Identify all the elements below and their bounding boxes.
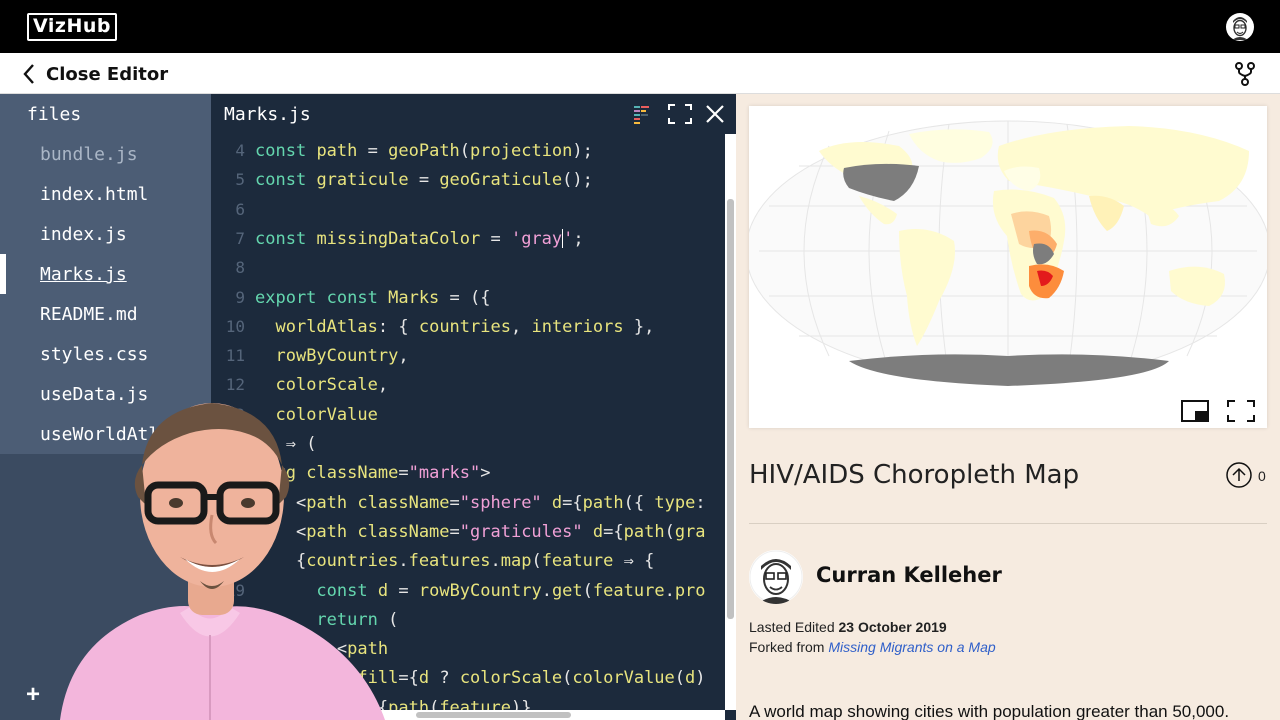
last-edited: Lasted Edited 23 October 2019	[749, 619, 947, 635]
tab-marks-js[interactable]: Marks.js	[224, 104, 311, 125]
code-line[interactable]: 18 {countries.features.map(feature ⇒ {	[211, 546, 655, 575]
code-editor-panel: Marks.js 4 const path = geoPath(projectio…	[211, 94, 736, 720]
file-item[interactable]: useWorldAtlas.js	[40, 424, 213, 445]
viz-details-panel: HIV/AIDS Choropleth Map 0 Curran Kellehe…	[736, 94, 1280, 720]
fullscreen-icon[interactable]	[668, 104, 692, 124]
forked-from-label: Forked from	[749, 639, 825, 655]
code-line[interactable]: 16 <path className="sphere" d={path({ ty…	[211, 488, 706, 517]
divider	[749, 523, 1267, 524]
code-line[interactable]: 5 const graticule = geoGraticule();	[211, 165, 593, 194]
files-title: files	[27, 104, 82, 125]
file-item-active[interactable]: Marks.js	[40, 264, 127, 285]
line-number: 18	[225, 551, 245, 571]
code-line[interactable]: 13 colorValue	[211, 400, 378, 429]
line-number: 15	[225, 463, 245, 483]
line-number: 21	[225, 639, 245, 659]
line-number: 4	[235, 141, 245, 160]
fullscreen-icon[interactable]	[1227, 400, 1255, 422]
horizontal-scrollbar[interactable]	[211, 710, 725, 720]
code-line[interactable]: 17 <path className="graticules" d={path(…	[211, 517, 706, 546]
line-number: 6	[235, 199, 245, 219]
author-avatar[interactable]	[749, 550, 803, 604]
code-line[interactable]: 22 fill={d ? colorScale(colorValue(d)	[211, 663, 706, 692]
file-item[interactable]: index.html	[40, 184, 148, 205]
code-line[interactable]: 4 const path = geoPath(projection);	[211, 136, 593, 165]
scroll-thumb[interactable]	[416, 712, 571, 718]
code-line[interactable]: 15 <g className="marks">	[211, 458, 491, 487]
files-sidebar: files bundle.js index.html index.js Mark…	[0, 94, 213, 720]
add-file-button[interactable]: +	[26, 681, 40, 709]
prettier-icon[interactable]	[632, 104, 652, 124]
user-avatar[interactable]	[1226, 13, 1254, 41]
line-number: 17	[225, 521, 245, 541]
code-line[interactable]: 11 rowByCountry,	[211, 341, 409, 370]
code-line[interactable]: 7 const missingDataColor = 'gray';	[211, 224, 583, 253]
file-list: files bundle.js index.html index.js Mark…	[0, 94, 213, 454]
code-line[interactable]: 6	[211, 195, 255, 224]
forked-from: Forked from Missing Migrants on a Map	[749, 639, 996, 655]
chevron-left-icon	[23, 64, 34, 84]
close-icon[interactable]	[705, 104, 725, 124]
viz-preview-card	[749, 106, 1267, 428]
viz-title: HIV/AIDS Choropleth Map	[749, 460, 1080, 490]
close-editor-label: Close Editor	[46, 63, 169, 85]
line-number: 19	[225, 580, 245, 600]
file-item[interactable]: styles.css	[40, 344, 148, 365]
code-line[interactable]: 19 const d = rowByCountry.get(feature.pr…	[211, 576, 706, 605]
vizhub-logo[interactable]: VizHub	[27, 13, 117, 41]
top-navigation-bar: VizHub	[0, 0, 1280, 53]
code-line[interactable]: 12 colorScale,	[211, 370, 388, 399]
code-line[interactable]: 8	[211, 253, 255, 282]
file-item[interactable]: bundle.js	[40, 144, 138, 165]
active-file-marker	[0, 254, 6, 294]
line-number: 12	[225, 375, 245, 395]
last-edited-date: 23 October 2019	[838, 619, 947, 635]
code-line[interactable]: 9 export const Marks = ({	[211, 283, 490, 312]
line-number: 10	[225, 316, 245, 336]
close-editor-button[interactable]: Close Editor	[22, 61, 168, 87]
line-number: 22	[225, 668, 245, 688]
line-number: 23	[225, 697, 245, 710]
upvote-count: 0	[1258, 468, 1266, 484]
upvote-icon[interactable]	[1226, 462, 1252, 488]
code-line[interactable]: 21 <path	[211, 634, 388, 663]
line-number: 5	[235, 170, 245, 190]
file-item[interactable]: README.md	[40, 304, 138, 325]
editor-header: Close Editor	[0, 53, 1280, 94]
code-line[interactable]: 10 worldAtlas: { countries, interiors },	[211, 312, 655, 341]
line-number: 16	[225, 492, 245, 512]
line-number: 11	[225, 346, 245, 366]
file-item[interactable]: index.js	[40, 224, 127, 245]
line-number: 9	[235, 287, 245, 307]
code-tab-bar: Marks.js	[211, 94, 736, 134]
code-line[interactable]: 14}) ⇒ (	[211, 429, 317, 458]
mini-mode-icon[interactable]	[1181, 400, 1209, 422]
code-area[interactable]: 4 const path = geoPath(projection); 5 const…	[211, 134, 724, 710]
choropleth-map[interactable]	[749, 106, 1267, 396]
scroll-thumb[interactable]	[727, 199, 734, 619]
fork-icon[interactable]	[1233, 61, 1257, 87]
code-line[interactable]: 20 return (	[211, 605, 399, 634]
forked-from-link[interactable]: Missing Migrants on a Map	[828, 639, 995, 655]
viz-description: A world map showing cities with populati…	[749, 702, 1230, 720]
line-number: 8	[235, 258, 245, 278]
code-line[interactable]: 23 d={path(feature)}	[211, 693, 532, 710]
line-number: 7	[235, 228, 245, 248]
line-number: 14	[225, 434, 245, 453]
line-number: 13	[225, 404, 245, 424]
vertical-scrollbar[interactable]	[725, 134, 736, 710]
file-item[interactable]: useData.js	[40, 384, 148, 405]
line-number: 20	[225, 609, 245, 629]
last-edited-label: Lasted Edited	[749, 619, 835, 635]
author-name[interactable]: Curran Kelleher	[816, 563, 1002, 587]
